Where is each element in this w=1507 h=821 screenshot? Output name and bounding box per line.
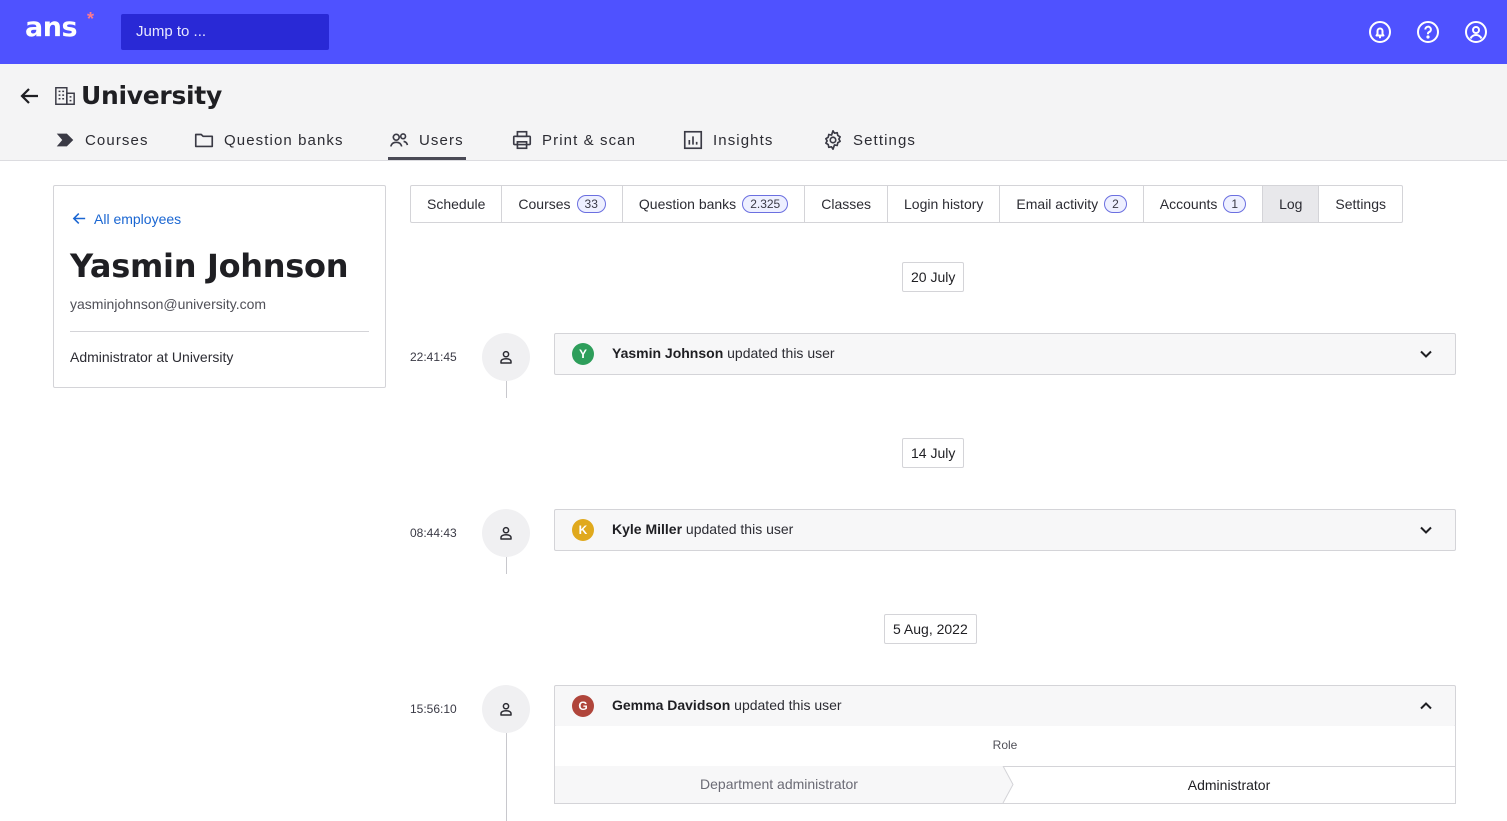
count-badge: 2.325: [742, 195, 789, 213]
log-entry-text: Kyle Miller updated this user: [612, 521, 793, 537]
tab-label: Classes: [821, 196, 872, 212]
nav-courses[interactable]: Courses: [54, 120, 149, 160]
nav-label: Question banks: [224, 131, 344, 149]
nav-label: Users: [419, 131, 464, 149]
tab-login-history[interactable]: Login history: [888, 186, 1001, 222]
help-icon[interactable]: [1416, 20, 1440, 44]
log-action: updated this user: [727, 345, 835, 361]
date-chip: 14 July: [902, 438, 965, 468]
log-time: 15:56:10: [410, 702, 457, 716]
log-entry[interactable]: Y Yasmin Johnson updated this user: [554, 333, 1456, 375]
nav-label: Settings: [853, 131, 916, 149]
log-actor: Yasmin Johnson: [612, 345, 724, 361]
tab-label: Log: [1279, 196, 1303, 212]
tab-settings[interactable]: Settings: [1319, 186, 1402, 222]
back-arrow-icon[interactable]: [18, 84, 42, 108]
person-icon: [500, 350, 512, 364]
chevron-up-icon[interactable]: [1419, 699, 1433, 713]
new-value: Administrator: [1003, 766, 1455, 803]
tab-label: Courses: [518, 196, 571, 212]
account-icon[interactable]: [1464, 20, 1488, 44]
user-subtabs: Schedule Courses 33 Question banks 2.325 C…: [410, 185, 1404, 223]
page-header: University Courses Question banks Users …: [0, 64, 1507, 161]
log-entry[interactable]: G Gemma Davidson updated this user: [554, 685, 1456, 727]
chart-icon: [683, 130, 703, 150]
printer-icon: [512, 130, 532, 150]
log-entry-details: Role Department administrator Administra…: [554, 726, 1456, 804]
count-badge: 2: [1104, 195, 1127, 213]
profile-role: Administrator at University: [70, 349, 234, 365]
courses-icon: [56, 133, 74, 147]
tab-label: Question banks: [638, 196, 737, 212]
date-chip: 5 Aug, 2022: [884, 614, 977, 644]
building-icon: [55, 87, 75, 105]
nav-insights[interactable]: Insights: [682, 120, 774, 160]
person-icon: [500, 702, 512, 716]
tab-classes[interactable]: Classes: [805, 186, 889, 222]
avatar: G: [572, 695, 594, 717]
arrow-left-icon: [72, 212, 86, 225]
change-field-label: Role: [992, 738, 1018, 752]
logo[interactable]: ans: [25, 12, 78, 44]
nav-users[interactable]: Users: [388, 120, 466, 160]
users-icon: [389, 133, 409, 147]
user-event-marker: [482, 509, 530, 557]
nav-label: Print & scan: [542, 131, 637, 149]
nav-label: Insights: [713, 131, 774, 149]
count-badge: 33: [576, 195, 606, 213]
tab-label: Settings: [1335, 196, 1387, 212]
avatar: K: [572, 519, 594, 541]
log-actor: Gemma Davidson: [612, 697, 731, 713]
page-title: University: [81, 81, 222, 110]
tab-question-banks[interactable]: Question banks 2.325: [623, 186, 806, 222]
profile-card: All employees Yasmin Johnson yasminjohns…: [53, 185, 386, 388]
log-entry-text: Gemma Davidson updated this user: [612, 697, 842, 713]
tab-label: Accounts: [1159, 196, 1218, 212]
log-action: updated this user: [734, 697, 842, 713]
logo-star: *: [87, 9, 95, 29]
tab-email-activity[interactable]: Email activity 2: [1000, 186, 1144, 222]
log-entry-text: Yasmin Johnson updated this user: [612, 345, 835, 361]
log-entry[interactable]: K Kyle Miller updated this user: [554, 509, 1456, 551]
nav-settings[interactable]: Settings: [822, 120, 916, 160]
tab-label: Email activity: [1016, 196, 1099, 212]
tab-label: Login history: [904, 196, 984, 212]
profile-name: Yasmin Johnson: [70, 247, 349, 285]
chevron-down-icon[interactable]: [1419, 347, 1433, 361]
notifications-icon[interactable]: [1368, 20, 1392, 44]
top-bar: ans *: [0, 0, 1507, 64]
tab-label: Schedule: [427, 196, 486, 212]
all-employees-label: All employees: [94, 210, 182, 227]
chevron-down-icon[interactable]: [1419, 523, 1433, 537]
user-event-marker: [482, 685, 530, 733]
count-badge: 1: [1223, 195, 1247, 213]
jump-to-search-input[interactable]: [121, 14, 329, 50]
tab-accounts[interactable]: Accounts 1: [1144, 186, 1264, 222]
tab-courses[interactable]: Courses 33: [502, 186, 623, 222]
log-actor: Kyle Miller: [612, 521, 683, 537]
profile-divider: [70, 331, 369, 332]
change-arrow-icon: [999, 766, 1014, 803]
date-chip: 20 July: [902, 262, 965, 292]
log-time: 08:44:43: [410, 526, 457, 540]
gear-icon: [825, 130, 841, 150]
avatar: Y: [572, 343, 594, 365]
nav-label: Courses: [85, 131, 149, 149]
old-value: Department administrator: [555, 766, 1003, 803]
all-employees-link[interactable]: All employees: [71, 210, 181, 227]
log-time: 22:41:45: [410, 350, 457, 364]
tab-schedule[interactable]: Schedule: [411, 186, 503, 222]
folder-icon: [194, 133, 214, 148]
log-action: updated this user: [685, 521, 794, 537]
user-event-marker: [482, 333, 530, 381]
nav-question-banks[interactable]: Question banks: [193, 120, 344, 160]
profile-email: yasminjohnson@university.com: [70, 296, 267, 312]
tab-log[interactable]: Log: [1263, 186, 1320, 222]
nav-print-scan[interactable]: Print & scan: [511, 120, 636, 160]
person-icon: [500, 526, 512, 540]
